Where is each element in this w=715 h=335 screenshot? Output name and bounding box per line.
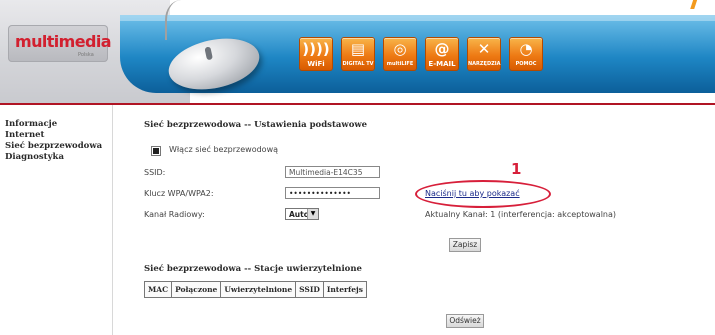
header-swoosh bbox=[170, 0, 715, 15]
highlight-ellipse bbox=[415, 180, 551, 208]
basic-settings-title: Sieć bezprzewodowa -- Ustawienia podstaw… bbox=[144, 120, 368, 130]
service-icons: )))) WiFi ▤ DIGITAL TV ◎ multiLIFE @ E-MAIL ✕ NAR… bbox=[300, 38, 542, 70]
digital-tv-glyph: ▤ bbox=[350, 40, 366, 58]
multilife-label: multiLIFE bbox=[386, 61, 414, 67]
save-button[interactable]: Zapisz bbox=[449, 238, 481, 252]
wifi-glyph: )))) bbox=[302, 40, 330, 58]
enable-wireless-checkbox[interactable] bbox=[151, 146, 161, 156]
support-icon[interactable]: ◔ POMOC bbox=[510, 38, 542, 70]
refresh-button[interactable]: Odśwież bbox=[446, 314, 484, 328]
logo-subtext: Polska bbox=[78, 52, 94, 58]
sidebar: Informacje Internet Sieć bezprzewodowa D… bbox=[0, 105, 113, 335]
table-header-row: MAC Połączone Uwierzytelnione SSID Inter… bbox=[143, 281, 367, 298]
logo[interactable]: multimedia Polska bbox=[8, 25, 112, 62]
channel-select[interactable]: Auto ▼ bbox=[285, 208, 319, 220]
header: multimedia Polska )))) WiFi ▤ DIGITAL TV ◎ mu… bbox=[0, 0, 715, 103]
column-uwierzytelnione: Uwierzytelnione bbox=[220, 281, 297, 298]
sidebar-item-siec-bezprzewodowa[interactable]: Sieć bezprzewodowa bbox=[5, 141, 102, 151]
email-icon[interactable]: @ E-MAIL bbox=[426, 38, 458, 70]
digital-tv-icon[interactable]: ▤ DIGITAL TV bbox=[342, 38, 374, 70]
current-channel-text: Aktualny Kanał: 1 (interferencja: akcept… bbox=[425, 210, 617, 219]
column-polaczone: Połączone bbox=[171, 281, 222, 298]
channel-select-value: Auto bbox=[289, 210, 309, 219]
wifi-label: WiFi bbox=[307, 60, 325, 68]
wpa-key-label: Klucz WPA/WPA2: bbox=[144, 189, 214, 198]
tools-icon[interactable]: ✕ NARZĘDZIA bbox=[468, 38, 500, 70]
tools-glyph: ✕ bbox=[477, 40, 491, 58]
column-mac: MAC bbox=[143, 281, 173, 298]
annotation-number: 1 bbox=[511, 160, 522, 178]
stations-title: Sieć bezprzewodowa -- Stacje uwierzyteln… bbox=[144, 264, 362, 274]
chevron-down-icon[interactable]: ▼ bbox=[307, 209, 318, 219]
wifi-icon[interactable]: )))) WiFi bbox=[300, 38, 332, 70]
main-content: Sieć bezprzewodowa -- Ustawienia podstaw… bbox=[113, 105, 715, 335]
digital-tv-label: DIGITAL TV bbox=[342, 61, 374, 67]
support-label: POMOC bbox=[515, 61, 537, 67]
sidebar-item-internet[interactable]: Internet bbox=[5, 130, 44, 140]
ssid-input[interactable]: Multimedia-E14C35 bbox=[285, 166, 380, 178]
tools-label: NARZĘDZIA bbox=[468, 61, 501, 67]
column-interfejs: Interfejs bbox=[322, 281, 367, 298]
wpa-key-input[interactable]: •••••••••••••• bbox=[285, 187, 380, 199]
email-label: E-MAIL bbox=[428, 60, 456, 68]
multilife-glyph: ◎ bbox=[393, 40, 407, 58]
logo-text: multimedia bbox=[15, 32, 112, 51]
enable-wireless-label: Włącz sieć bezprzewodową bbox=[169, 145, 279, 154]
mouse-cable bbox=[165, 0, 197, 40]
stations-table: MAC Połączone Uwierzytelnione SSID Inter… bbox=[143, 281, 367, 298]
support-glyph: ◔ bbox=[519, 40, 533, 58]
column-ssid: SSID bbox=[295, 281, 324, 298]
multilife-icon[interactable]: ◎ multiLIFE bbox=[384, 38, 416, 70]
mouse-wheel bbox=[204, 46, 213, 61]
sidebar-item-informacje[interactable]: Informacje bbox=[5, 119, 57, 129]
email-glyph: @ bbox=[434, 40, 450, 58]
ssid-label: SSID: bbox=[144, 168, 166, 177]
sidebar-item-diagnostyka[interactable]: Diagnostyka bbox=[5, 152, 64, 162]
channel-label: Kanał Radiowy: bbox=[144, 210, 205, 219]
